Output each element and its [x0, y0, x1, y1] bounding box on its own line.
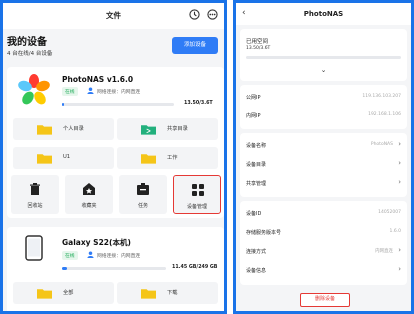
- public-ip-label: 公网IP: [246, 95, 261, 101]
- trash-icon: [30, 183, 40, 195]
- nas-device-name: PhotoNAS v1.6.0: [62, 75, 134, 84]
- action-label: 回收站: [27, 203, 43, 209]
- recycle-bin-button[interactable]: 回收站: [11, 175, 59, 214]
- more-icon[interactable]: [207, 9, 218, 20]
- nas-storage-bar: [62, 103, 174, 106]
- task-icon: [137, 183, 149, 195]
- favorites-button[interactable]: 收藏夹: [65, 175, 113, 214]
- files-header: 文件: [3, 3, 224, 29]
- service-version-label: 存储服务版本号: [246, 230, 282, 236]
- settings-card: 设备名称 PhotoNAS › 设备目录 › 共享管理 ›: [240, 133, 407, 197]
- chevron-down-icon[interactable]: ⌄: [240, 66, 407, 74]
- photos-app-icon: [18, 74, 50, 105]
- action-label: 设备管理: [186, 204, 207, 210]
- connection-mode-label: 连接方式: [246, 249, 267, 255]
- nas-storage-fill: [62, 103, 64, 106]
- ip-card: 公网IP 119.136.103.207 内网IP 192.168.1.106: [240, 85, 407, 129]
- folder-personal[interactable]: 个人目录: [13, 118, 114, 140]
- folder-icon: [37, 125, 52, 135]
- my-devices-count: 4 台在线/4 台设备: [7, 51, 53, 57]
- shared-folder-icon: [141, 125, 156, 135]
- device-name-row[interactable]: 设备名称 PhotoNAS ›: [246, 137, 401, 155]
- phone-status-badge: 在线: [62, 251, 78, 260]
- nas-network-info: 网络连接：内网直连: [97, 90, 141, 95]
- phone-storage-text: 11.45 GB/249 GB: [172, 265, 218, 270]
- folder-icon: [37, 289, 52, 299]
- used-space-value: 13.50/3.6T: [246, 46, 271, 51]
- action-label: 任务: [137, 203, 148, 209]
- folder-label: 全部: [63, 290, 74, 296]
- folder-label: 共享目录: [167, 126, 188, 132]
- folder-label: 个人目录: [63, 126, 84, 132]
- my-devices-header: 我的设备 4 台在线/4 台设备: [7, 33, 52, 57]
- delete-device-button[interactable]: 删除设备: [300, 293, 350, 307]
- folder-downloads[interactable]: 下载: [117, 282, 218, 304]
- device-management-button[interactable]: 设备管理: [173, 175, 221, 214]
- service-version-row: 存储服务版本号 1.6.0: [246, 224, 401, 242]
- private-ip-label: 内网IP: [246, 113, 261, 119]
- device-id-label: 设备ID: [246, 211, 262, 217]
- private-ip-row: 内网IP 192.168.1.106: [246, 107, 401, 125]
- device-detail-panel: ‹ PhotoNAS 已用空间 13.50/3.6T ⌄ 公网IP 119.13…: [233, 0, 414, 314]
- user-icon: [87, 251, 94, 258]
- phone-network-info: 网络连接：内网直连: [97, 254, 141, 259]
- folder-work[interactable]: 工作: [117, 147, 218, 169]
- used-space-card[interactable]: 已用空间 13.50/3.6T ⌄: [240, 29, 407, 81]
- connection-mode-value: 内网直连: [375, 249, 393, 254]
- chevron-right-icon: ›: [398, 159, 401, 167]
- folder-label: U1: [63, 154, 71, 160]
- folder-icon: [141, 289, 156, 299]
- device-manage-icon: [192, 184, 204, 196]
- action-label: 收藏夹: [81, 203, 97, 209]
- device-name-value: PhotoNAS: [370, 142, 393, 147]
- device-id-value: 14052007: [378, 210, 401, 215]
- folder-label: 下载: [167, 290, 178, 296]
- detail-header: ‹ PhotoNAS: [236, 3, 411, 25]
- detail-title: PhotoNAS: [303, 10, 344, 18]
- public-ip-value: 119.136.103.207: [362, 94, 401, 99]
- folder-u1[interactable]: U1: [13, 147, 114, 169]
- device-info-label: 设备信息: [246, 268, 267, 274]
- device-directory-label: 设备目录: [246, 162, 267, 168]
- used-space-bar: [246, 56, 401, 59]
- info-card: 设备ID 14052007 存储服务版本号 1.6.0 连接方式 内网直连 › …: [240, 201, 407, 285]
- nas-status-badge: 在线: [62, 87, 78, 96]
- public-ip-row: 公网IP 119.136.103.207: [246, 89, 401, 107]
- chevron-right-icon: ›: [398, 246, 401, 254]
- device-info-row[interactable]: 设备信息 ›: [246, 262, 401, 280]
- folder-shared[interactable]: 共享目录: [117, 118, 218, 140]
- device-name-label: 设备名称: [246, 143, 267, 149]
- private-ip-value: 192.168.1.106: [368, 112, 401, 117]
- chevron-right-icon: ›: [398, 265, 401, 273]
- favorites-icon: [83, 183, 95, 195]
- phone-storage-bar: [62, 267, 166, 270]
- folder-icon: [141, 154, 156, 164]
- folder-all[interactable]: 全部: [13, 282, 114, 304]
- used-space-label: 已用空间: [246, 39, 269, 45]
- device-directory-row[interactable]: 设备目录 ›: [246, 156, 401, 174]
- folder-label: 工作: [167, 155, 178, 161]
- user-icon: [87, 87, 94, 94]
- my-devices-title: 我的设备: [7, 37, 47, 48]
- phone-device-name: Galaxy S22(本机): [62, 238, 131, 247]
- nas-storage-text: 13.50/3.6T: [184, 101, 213, 106]
- device-id-row: 设备ID 14052007: [246, 205, 401, 223]
- service-version-value: 1.6.0: [389, 229, 401, 234]
- history-icon[interactable]: [189, 9, 200, 20]
- phone-icon: [25, 235, 43, 261]
- chevron-right-icon: ›: [398, 178, 401, 186]
- files-panel: 文件 我的设备 4 台在线/4 台设备 添加设备 PhotoNAS v1.6.0…: [0, 0, 227, 314]
- phone-storage-fill: [62, 267, 67, 270]
- folder-icon: [37, 154, 52, 164]
- chevron-right-icon: ›: [398, 140, 401, 148]
- phone-device-card[interactable]: Galaxy S22(本机) 在线 网络连接：内网直连 11.45 GB/249…: [7, 227, 224, 311]
- tasks-button[interactable]: 任务: [119, 175, 167, 214]
- share-management-row[interactable]: 共享管理 ›: [246, 175, 401, 193]
- connection-mode-row[interactable]: 连接方式 内网直连 ›: [246, 243, 401, 261]
- share-management-label: 共享管理: [246, 181, 267, 187]
- add-device-button[interactable]: 添加设备: [172, 37, 218, 54]
